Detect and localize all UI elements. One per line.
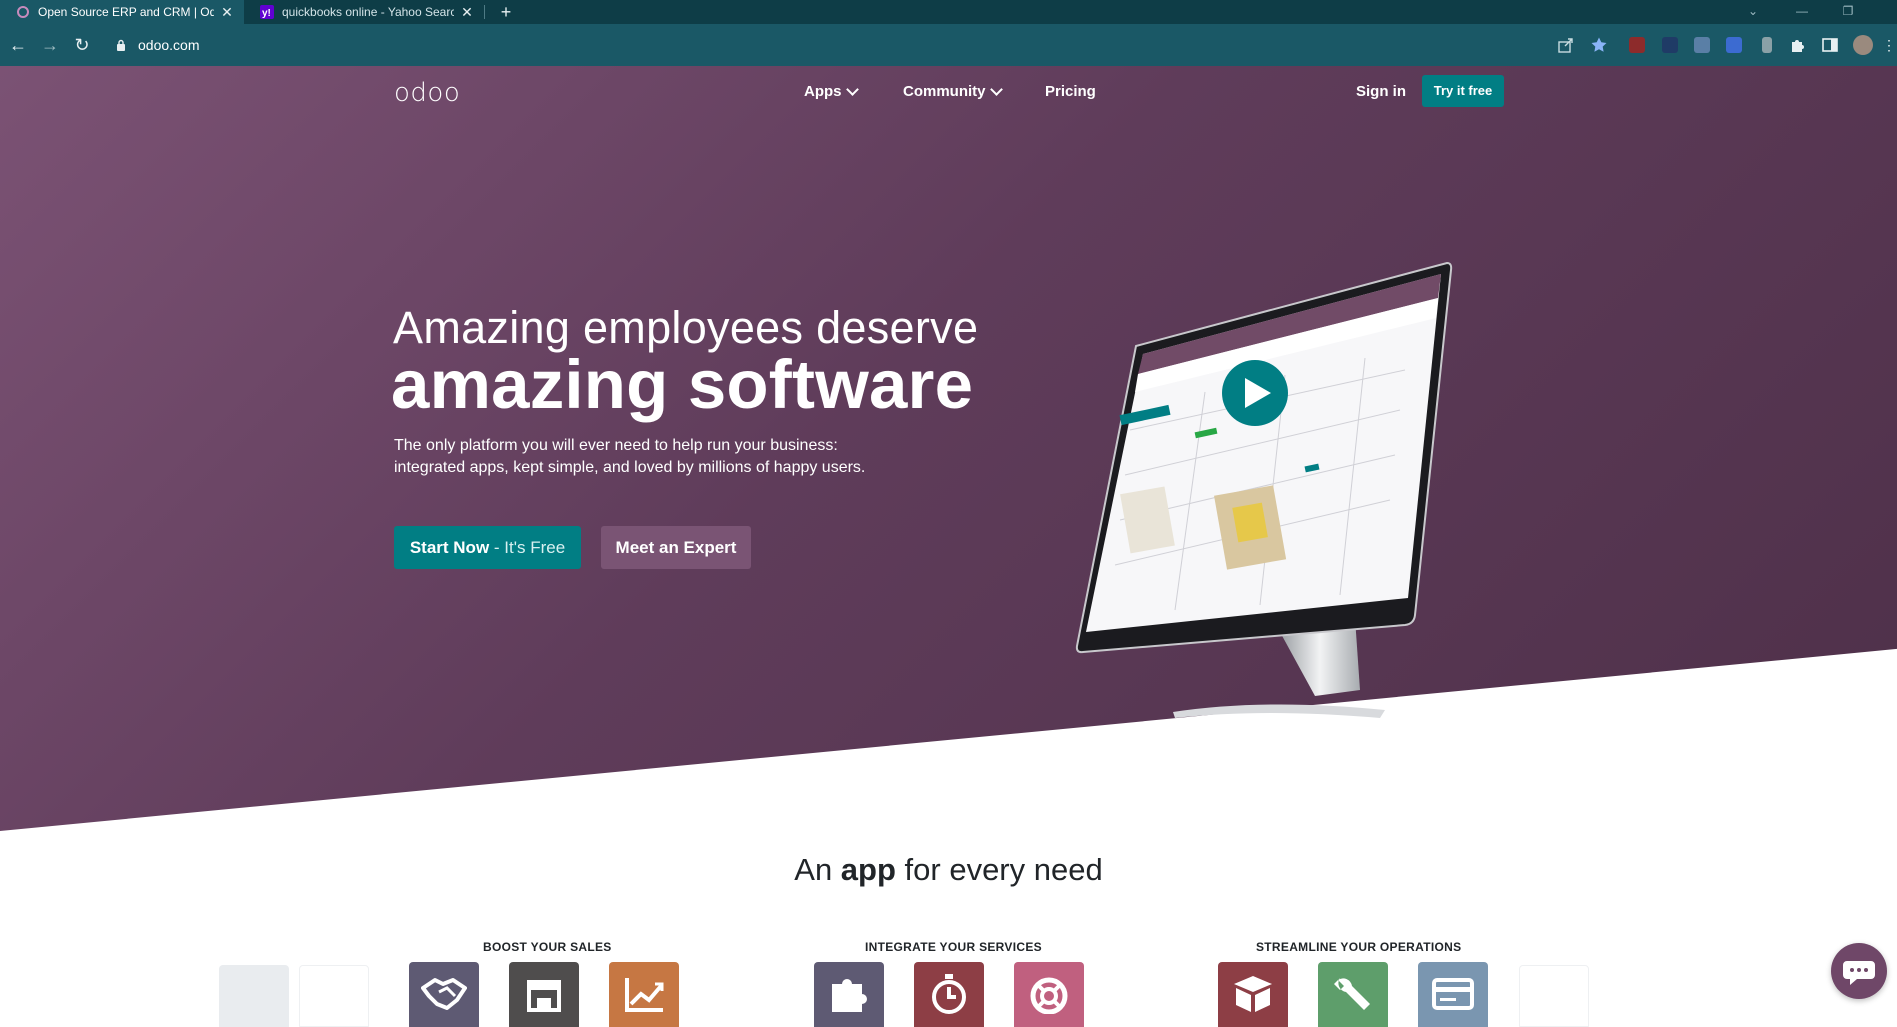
category-integrate-services: INTEGRATE YOUR SERVICES bbox=[865, 940, 1042, 954]
extension-translate-icon[interactable] bbox=[1726, 37, 1742, 53]
tab-title: quickbooks online - Yahoo Search bbox=[282, 5, 454, 19]
tab-title: Open Source ERP and CRM | Odoo bbox=[38, 5, 214, 19]
live-chat-button[interactable] bbox=[1831, 943, 1887, 999]
app-helpdesk[interactable] bbox=[1014, 962, 1084, 1027]
apps-title-bold: app bbox=[840, 852, 896, 887]
app-inventory[interactable] bbox=[1218, 962, 1288, 1027]
odoo-circle-icon bbox=[17, 6, 29, 18]
share-icon[interactable] bbox=[1557, 36, 1575, 54]
nav-community[interactable]: Community bbox=[903, 82, 1003, 100]
hero-background bbox=[0, 66, 1897, 831]
browser-menu-icon[interactable]: ⋮ bbox=[1882, 33, 1896, 57]
side-panel-icon[interactable] bbox=[1821, 36, 1839, 54]
sign-in-link[interactable]: Sign in bbox=[1356, 83, 1406, 100]
forward-icon[interactable]: → bbox=[38, 33, 62, 57]
browser-toolbar: ← → ↻ odoo.com ⋮ bbox=[0, 24, 1897, 66]
bookmark-star-icon[interactable] bbox=[1590, 36, 1608, 54]
nav-pricing-label: Pricing bbox=[1045, 83, 1096, 100]
stopwatch-icon bbox=[932, 974, 966, 1014]
apps-section-title: An app for every need bbox=[0, 852, 1897, 888]
start-now-suffix: - It's Free bbox=[489, 538, 566, 557]
play-video-button[interactable] bbox=[1222, 360, 1288, 426]
box-icon bbox=[1234, 976, 1272, 1012]
back-icon[interactable]: ← bbox=[6, 33, 30, 57]
app-integrations[interactable] bbox=[814, 962, 884, 1027]
app-accounting[interactable] bbox=[1418, 962, 1488, 1027]
sign-in-label: Sign in bbox=[1356, 83, 1406, 100]
nav-apps[interactable]: Apps bbox=[804, 82, 859, 100]
app-pos[interactable] bbox=[509, 962, 579, 1027]
handshake-icon bbox=[421, 978, 467, 1010]
nav-pricing[interactable]: Pricing bbox=[1045, 83, 1096, 100]
puzzle-icon bbox=[832, 979, 867, 1012]
nav-community-label: Community bbox=[903, 83, 986, 100]
extension-2-icon[interactable] bbox=[1662, 37, 1678, 53]
store-icon bbox=[527, 980, 561, 1012]
profile-avatar[interactable] bbox=[1853, 35, 1873, 55]
address-bar[interactable]: odoo.com bbox=[106, 30, 1546, 60]
app-screenshot bbox=[1086, 274, 1441, 632]
app-placeholder bbox=[1519, 965, 1589, 1027]
hero-subtitle: The only platform you will ever need to … bbox=[394, 435, 914, 479]
app-placeholder bbox=[219, 965, 289, 1027]
try-it-free-button[interactable]: Try it free bbox=[1422, 75, 1504, 107]
category-boost-sales: BOOST YOUR SALES bbox=[483, 940, 612, 954]
chart-up-icon bbox=[625, 978, 664, 1012]
lock-icon bbox=[117, 39, 125, 51]
chevron-down-icon bbox=[989, 82, 1003, 96]
hero-subtitle-line2: integrated apps, kept simple, and loved … bbox=[394, 459, 866, 476]
extension-1-icon[interactable] bbox=[1629, 37, 1645, 53]
chevron-down-icon bbox=[845, 82, 859, 96]
chat-bubble-icon bbox=[1843, 961, 1875, 985]
new-tab-icon[interactable]: + bbox=[494, 0, 518, 24]
start-now-button[interactable]: Start Now - It's Free bbox=[394, 526, 581, 569]
minimize-icon[interactable]: — bbox=[1779, 0, 1825, 24]
tab-search-icon[interactable]: ⌄ bbox=[1730, 0, 1776, 24]
tab-separator bbox=[484, 5, 485, 19]
card-icon bbox=[1432, 978, 1474, 1010]
svg-text:y!: y! bbox=[262, 8, 271, 19]
odoo-logo[interactable]: odoo bbox=[394, 78, 460, 108]
nav-apps-label: Apps bbox=[804, 83, 842, 100]
yahoo-icon: y! bbox=[260, 5, 274, 19]
wrench-icon bbox=[1334, 978, 1370, 1010]
app-sales[interactable] bbox=[609, 962, 679, 1027]
hero-headline-line2: amazing software bbox=[391, 346, 974, 423]
app-maintenance[interactable] bbox=[1318, 962, 1388, 1027]
meet-an-expert-button[interactable]: Meet an Expert bbox=[601, 526, 751, 569]
close-tab-icon[interactable]: ✕ bbox=[460, 4, 474, 21]
app-timesheets[interactable] bbox=[914, 962, 984, 1027]
monitor-illustration[interactable] bbox=[1075, 260, 1455, 722]
app-crm[interactable] bbox=[409, 962, 479, 1027]
hero-subtitle-line1: The only platform you will ever need to … bbox=[394, 437, 838, 454]
tab-odoo[interactable]: Open Source ERP and CRM | Odoo ✕ bbox=[0, 0, 244, 24]
category-streamline-operations: STREAMLINE YOUR OPERATIONS bbox=[1256, 940, 1462, 954]
extension-4-icon[interactable] bbox=[1762, 37, 1772, 53]
extensions-puzzle-icon[interactable] bbox=[1789, 36, 1807, 54]
close-tab-icon[interactable]: ✕ bbox=[220, 4, 234, 21]
browser-tab-strip: Open Source ERP and CRM | Odoo ✕ y! quic… bbox=[0, 0, 1897, 24]
lifebuoy-icon bbox=[1030, 977, 1068, 1014]
tab-yahoo[interactable]: y! quickbooks online - Yahoo Search ✕ bbox=[244, 0, 484, 24]
url-text: odoo.com bbox=[138, 37, 200, 53]
apps-title-pre: An bbox=[794, 852, 841, 887]
extension-code-icon[interactable] bbox=[1694, 37, 1710, 53]
reload-icon[interactable]: ↻ bbox=[70, 33, 94, 57]
apps-title-post: for every need bbox=[895, 852, 1103, 887]
restore-icon[interactable]: ❐ bbox=[1825, 0, 1871, 24]
app-placeholder bbox=[299, 965, 369, 1027]
start-now-label: Start Now bbox=[409, 538, 490, 557]
